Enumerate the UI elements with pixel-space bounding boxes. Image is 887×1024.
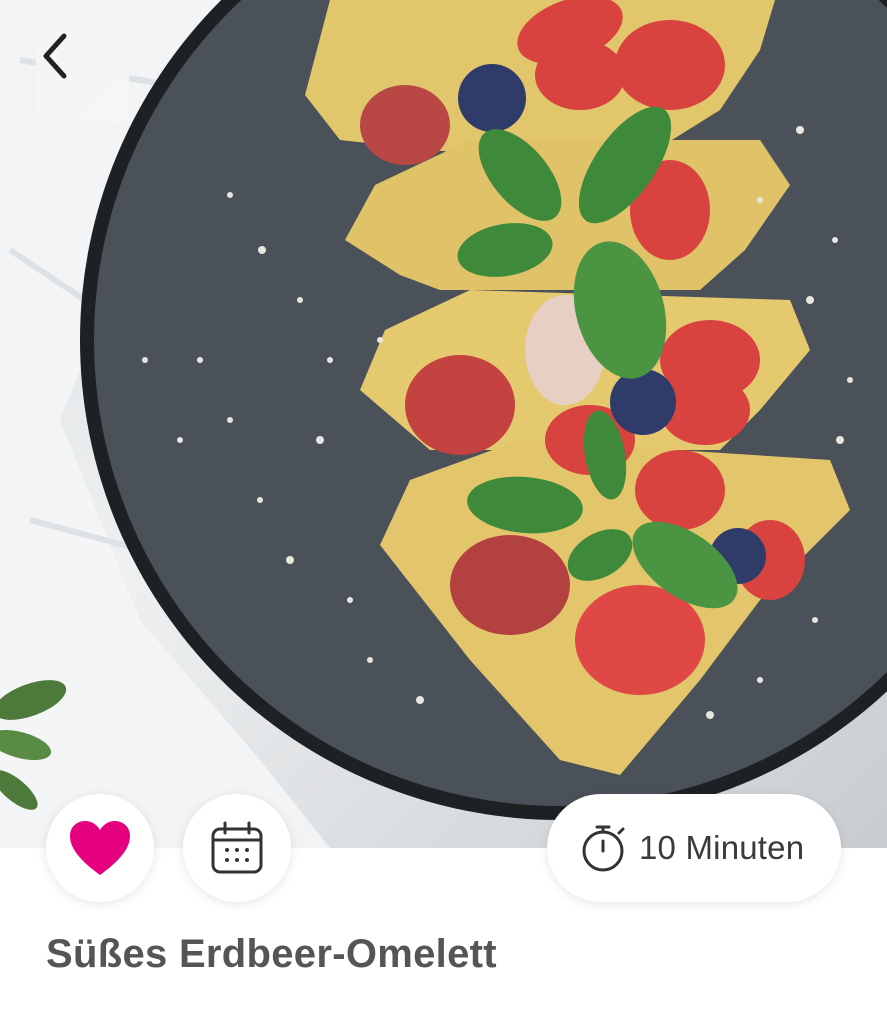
- calendar-icon: [211, 821, 263, 874]
- stopwatch-icon: [582, 825, 625, 872]
- recipe-title: Süßes Erdbeer-Omelett: [46, 932, 497, 976]
- heart-icon: [70, 821, 130, 875]
- cooking-time-badge: 10 Minuten: [547, 794, 841, 902]
- add-to-calendar-button[interactable]: [183, 794, 291, 902]
- omelette-photo: [0, 0, 887, 848]
- cooking-time-label: 10 Minuten: [639, 829, 805, 866]
- chevron-left-icon: [43, 33, 67, 79]
- back-button[interactable]: [36, 32, 129, 125]
- recipe-hero-image: [0, 0, 887, 848]
- favorite-button[interactable]: [46, 794, 154, 902]
